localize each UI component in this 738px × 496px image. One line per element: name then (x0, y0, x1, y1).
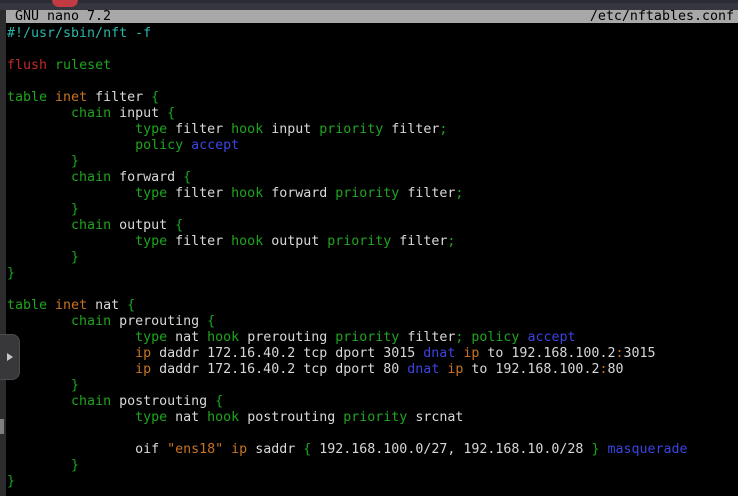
code-line: ip daddr 172.16.40.2 tcp dport 3015 dnat… (7, 346, 731, 362)
code-line: table inet filter { (7, 90, 731, 106)
code-line (7, 74, 731, 90)
code-line: chain prerouting { (7, 314, 731, 330)
code-line (7, 426, 731, 442)
code-line: } (7, 266, 731, 282)
code-line: type filter hook forward priority filter… (7, 186, 731, 202)
editor-area[interactable]: #!/usr/sbin/nft -f flush ruleset table ine… (7, 26, 731, 490)
code-line: table inet nat { (7, 298, 731, 314)
code-line: } (7, 474, 731, 490)
nano-titlebar: GNU nano 7.2 /etc/nftables.conf (6, 10, 738, 23)
code-line (7, 42, 731, 58)
code-line: flush ruleset (7, 58, 731, 74)
code-line: } (7, 202, 731, 218)
code-line: chain output { (7, 218, 731, 234)
clipped-red-tab-icon (52, 0, 78, 7)
code-line: chain forward { (7, 170, 731, 186)
code-line: } (7, 154, 731, 170)
code-line: #!/usr/sbin/nft -f (7, 26, 731, 42)
code-line: type filter hook input priority filter; (7, 122, 731, 138)
app-version-label: GNU nano 7.2 (6, 10, 111, 23)
scrollbar-thumb[interactable] (0, 419, 4, 434)
code-line: } (7, 250, 731, 266)
code-line: type nat hook postrouting priority srcna… (7, 410, 731, 426)
sidebar-flyout-tab[interactable] (0, 334, 20, 380)
code-line: } (7, 458, 731, 474)
code-line: oif "ens18" ip saddr { 192.168.100.0/27,… (7, 442, 731, 458)
code-line: chain input { (7, 106, 731, 122)
code-line: type filter hook output priority filter; (7, 234, 731, 250)
code-line: chain postrouting { (7, 394, 731, 410)
code-line: } (7, 378, 731, 394)
code-line: policy accept (7, 138, 731, 154)
code-line (7, 282, 731, 298)
code-line: ip daddr 172.16.40.2 tcp dport 80 dnat i… (7, 362, 731, 378)
chevron-right-icon (7, 353, 13, 361)
code-line: type nat hook prerouting priority filter… (7, 330, 731, 346)
file-path-label: /etc/nftables.conf (590, 10, 738, 23)
